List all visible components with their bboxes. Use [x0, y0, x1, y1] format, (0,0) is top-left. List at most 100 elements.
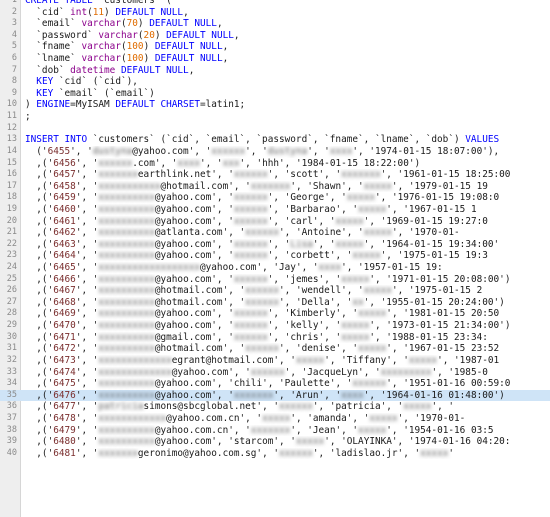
code-token: ', 'Barbarao', '	[267, 203, 359, 215]
code-line[interactable]: 13 INSERT INTO `customers` (`cid`, `email…	[0, 134, 550, 146]
redacted-token: xxxxxxxxx	[380, 366, 432, 378]
code-line[interactable]: 36 ,('6477', 'patriciasimons@sbcglobal.n…	[0, 401, 550, 413]
code-line[interactable]: 5 `fname` varchar(100) DEFAULT NULL,	[0, 41, 550, 53]
line-number: 40	[6, 447, 17, 458]
line-number: 39	[6, 436, 17, 447]
code-text: ,('6466', 'xxxxxxxxxx@yahoo.com', 'xxxxx…	[25, 274, 550, 286]
code-line[interactable]: 25 ,('6466', 'xxxxxxxxxx@yahoo.com', 'xx…	[0, 274, 550, 286]
code-token: @yahoo.com.cn', '	[154, 424, 251, 436]
code-token: ,('	[25, 238, 54, 250]
code-token: ,	[222, 53, 229, 65]
code-token: geronimo@yahoo.com.sg', '	[137, 447, 280, 459]
code-token: @yahoo.com', '	[154, 308, 234, 320]
code-line[interactable]: 22 ,('6463', 'xxxxxxxxxx@yahoo.com', 'xx…	[0, 239, 550, 251]
code-line[interactable]: 6 `lname` varchar(100) DEFAULT NULL,	[0, 53, 550, 65]
redacted-token: xxxxx	[420, 447, 449, 459]
code-line[interactable]: 33 ,('6474', 'xxxxxxxxxxxxx@yahoo.com', …	[0, 367, 550, 379]
code-line[interactable]: 7 `dob` datetime DEFAULT NULL,	[0, 65, 550, 77]
code-line[interactable]: 10) ENGINE=MyISAM DEFAULT CHARSET=latin1…	[0, 99, 550, 111]
code-line[interactable]: 21 ,('6462', 'xxxxxxxxxx@atlanta.com', '…	[0, 227, 550, 239]
code-token: )	[154, 29, 167, 41]
code-line[interactable]: 29 ,('6470', 'xxxxxxxxxx@yahoo.com', 'xx…	[0, 320, 550, 332]
code-token: ', '	[75, 354, 99, 366]
code-token: INSERT INTO	[25, 134, 93, 146]
code-token: ', 'JacqueLyn', '	[284, 366, 381, 378]
code-token: )	[143, 53, 155, 65]
code-token: ', '1971-01-15 20:08:00')	[369, 273, 511, 285]
code-line[interactable]: 8 KEY `cid` (`cid`),	[0, 76, 550, 88]
code-token: ', 'Della', '	[279, 296, 353, 308]
code-token: =latin1;	[200, 99, 246, 111]
redacted-token: xxxxxxxxxxx	[98, 180, 161, 192]
code-line[interactable]: 19 ,('6460', 'xxxxxxxxxx@yahoo.com', 'xx…	[0, 204, 550, 216]
code-token: .com', '	[132, 157, 178, 169]
code-line[interactable]: 11;	[0, 111, 550, 123]
code-line[interactable]: 39 ,('6480', 'xxxxxxxxxx@yahoo.com', 'st…	[0, 436, 550, 448]
code-text: ,('6462', 'xxxxxxxxxx@atlanta.com', 'xxx…	[25, 227, 550, 239]
code-token: `email`	[25, 18, 82, 30]
redacted-token: xxxxxxx	[341, 169, 381, 181]
code-line[interactable]: 32 ,('6473', 'xxxxxxxxxxxxxegrant@hotmai…	[0, 355, 550, 367]
code-line[interactable]: 40 ,('6481', 'xxxxxxxgeronimo@yahoo.com.…	[0, 448, 550, 460]
code-line[interactable]: 34 ,('6475', 'xxxxxxxxxx@yahoo.com', 'ch…	[0, 378, 550, 390]
code-text: KEY `email` (`email`)	[25, 88, 550, 100]
code-line[interactable]: 26 ,('6467', 'xxxxxxxxxx@hotmail.com', '…	[0, 285, 550, 297]
code-line[interactable]: 4 `password` varchar(20) DEFAULT NULL,	[0, 30, 550, 42]
code-line[interactable]: 18 ,('6459', 'xxxxxxxxxx@yahoo.com', 'xx…	[0, 192, 550, 204]
code-token: ', '	[75, 215, 99, 227]
code-line[interactable]: 30 ,('6471', 'xxxxxxxxxx@gmail.com', 'xx…	[0, 332, 550, 344]
redacted-token: xxxxx	[341, 320, 370, 332]
code-token: earthlink.net', '	[137, 169, 234, 181]
code-token: ', '	[75, 343, 99, 355]
code-token: @hotmail.com', '	[154, 343, 246, 355]
code-token: ,('	[25, 227, 54, 239]
code-token: ', 'amanda', '	[290, 412, 370, 424]
code-line[interactable]: 17 ,('6458', 'xxxxxxxxxxx@hotmail.com', …	[0, 181, 550, 193]
redacted-token: xxxxxx	[233, 320, 268, 332]
code-token: @yahoo.com', '	[154, 320, 234, 332]
code-line[interactable]: 38 ,('6479', 'xxxxxxxxxx@yahoo.com.cn', …	[0, 425, 550, 437]
code-line[interactable]: 24 ,('6465', 'xxxxxxxxxxxxxxxxxx@yahoo.c…	[0, 262, 550, 274]
code-line[interactable]: 1 CREATE TABLE `customers` (	[0, 0, 550, 7]
code-token: ,('	[25, 308, 54, 320]
code-line[interactable]: 31 ,('6472', 'xxxxxxxxxx@hotmail.com', '…	[0, 343, 550, 355]
redacted-token: xxxxxx	[233, 192, 268, 204]
code-line[interactable]: 20 ,('6461', 'xxxxxxxxxx@yahoo.com', 'xx…	[0, 216, 550, 228]
code-token: ', '	[75, 331, 99, 343]
code-token: ,('	[25, 424, 54, 436]
code-token: ,('	[25, 203, 54, 215]
code-line[interactable]: 12	[0, 123, 550, 135]
redacted-token: xxxxx	[369, 412, 398, 424]
code-line-selected[interactable]: 35 ,('6476', 'xxxxxxxxxx@yahoo.com', 'xx…	[0, 389, 550, 402]
code-editor[interactable]: 1 CREATE TABLE `customers` (2 `cid` int(1…	[0, 0, 550, 517]
code-line[interactable]: 15 ,('6456', 'xxxxxx.com', 'xxxx', 'xxx'…	[0, 158, 550, 170]
code-token: ', 'Tiffany', '	[324, 354, 409, 366]
line-number: 24	[6, 262, 17, 273]
code-token: ,	[233, 29, 240, 41]
code-token: @atlanta.com', '	[154, 227, 246, 239]
redacted-token: xxxxx	[363, 285, 392, 297]
code-token: ', 'denise', '	[279, 343, 359, 355]
code-token: DEFAULT NULL	[115, 6, 184, 18]
code-line[interactable]: 37 ,('6478', 'xxxxxxxxxxxx@yahoo.com.cn'…	[0, 413, 550, 425]
redacted-token: xxxxx	[358, 203, 387, 215]
code-line[interactable]: 14 ('6455', 'dustyna@yahoo.com', 'xxxxxx…	[0, 146, 550, 158]
code-text: ,('6456', 'xxxxxx.com', 'xxxx', 'xxx', '…	[25, 158, 550, 170]
code-line[interactable]: 27 ,('6468', 'xxxxxxxxxx@hotmail.com', '…	[0, 297, 550, 309]
code-line[interactable]: 16 ,('6457', 'xxxxxxxearthlink.net', 'xx…	[0, 169, 550, 181]
code-line[interactable]: 23 ,('6464', 'xxxxxxxxxx@yahoo.com', 'xx…	[0, 250, 550, 262]
code-token: ', '	[75, 262, 99, 274]
code-token: ,	[222, 41, 229, 53]
code-token: ,('	[25, 250, 54, 262]
code-token: int	[70, 6, 88, 18]
code-token: ', '1975-01-15 19:3	[380, 250, 488, 262]
code-line[interactable]: 3 `email` varchar(70) DEFAULT NULL,	[0, 18, 550, 30]
code-line[interactable]: 9 KEY `email` (`email`)	[0, 88, 550, 100]
code-token: `password`	[25, 29, 99, 41]
redacted-token: xxxxx	[341, 331, 370, 343]
code-token: ,('	[25, 192, 54, 204]
redacted-token: xxxxxxxxxx	[98, 203, 155, 215]
code-line[interactable]: 2 `cid` int(11) DEFAULT NULL,	[0, 7, 550, 19]
code-line[interactable]: 28 ,('6469', 'xxxxxxxxxx@yahoo.com', 'xx…	[0, 308, 550, 320]
